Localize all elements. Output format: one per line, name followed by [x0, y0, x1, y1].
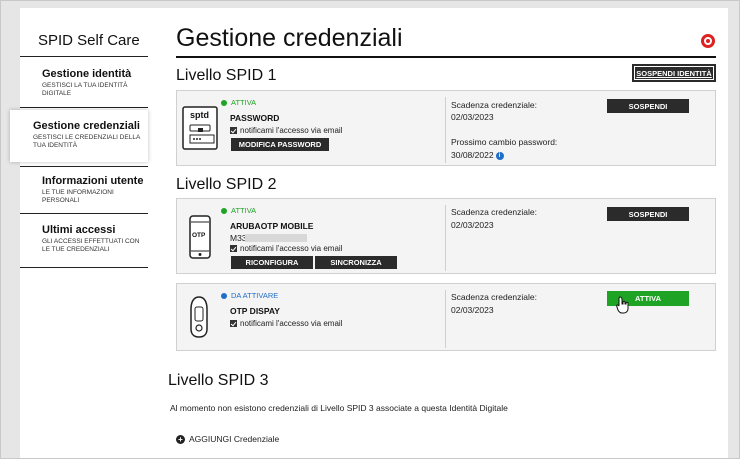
- credential-card-otp-display: DA ATTIVARE OTP DISPAY notificami l'acce…: [176, 283, 716, 351]
- next-change-value: 30/08/2022: [451, 150, 494, 160]
- status-badge: ATTIVA: [221, 98, 256, 107]
- notify-checkbox[interactable]: notificami l'accesso via email: [230, 244, 342, 253]
- notify-label: notificami l'accesso via email: [240, 244, 343, 253]
- notify-label: notificami l'accesso via email: [240, 126, 343, 135]
- expiry-label: Scadenza credenziale:: [451, 207, 538, 217]
- status-text: ATTIVA: [231, 98, 257, 107]
- checkbox-checked-icon[interactable]: [230, 320, 237, 327]
- checkbox-checked-icon[interactable]: [230, 127, 237, 134]
- status-badge: DA ATTIVARE: [221, 291, 278, 300]
- sidebar-item-subtitle: LE TUE INFORMAZIONI PERSONALI: [42, 189, 114, 204]
- sidebar-item-gestione-credenziali[interactable]: Gestione credenziali GESTISCI LE CREDENZ…: [10, 110, 148, 162]
- expiry-value: 02/03/2023: [451, 305, 494, 315]
- sidebar-item-label: Ultimi accessi: [42, 224, 116, 236]
- credential-name: PASSWORD: [230, 113, 280, 123]
- credential-name: ARUBAOTP MOBILE: [230, 221, 314, 231]
- window-top-bar: [0, 0, 740, 8]
- credential-name: OTP DISPAY: [230, 306, 280, 316]
- synchronize-button[interactable]: SINCRONIZZA: [315, 256, 397, 269]
- hand-pointer-cursor-icon: [616, 296, 630, 319]
- otp-phone-icon: OTP: [188, 215, 212, 259]
- status-badge: ATTIVA: [221, 206, 256, 215]
- notify-label: notificami l'accesso via email: [240, 319, 343, 328]
- suspend-button[interactable]: SOSPENDI: [607, 207, 689, 221]
- page-title: Gestione credenziali: [176, 24, 403, 52]
- sidebar-item-gestione-identita[interactable]: Gestione identità GESTISCI LA TUA IDENTI…: [20, 66, 148, 108]
- spid-password-icon: sptd: [181, 103, 221, 153]
- brand-title: SPID Self Care: [38, 32, 140, 49]
- section-title-level3: Livello SPID 3: [168, 372, 269, 389]
- credential-card-password: sptd ATTIVA PASSWORD notificami l'access…: [176, 90, 716, 166]
- card-divider: [445, 290, 446, 348]
- sidebar-item-subtitle: GESTISCI LA TUA IDENTITÀ DIGITALE: [42, 82, 128, 97]
- sidebar-item-label: Gestione identità: [42, 68, 132, 80]
- checkbox-checked-icon[interactable]: [230, 245, 237, 252]
- section-title-level1: Livello SPID 1: [176, 67, 277, 84]
- next-change-row: 30/08/2022 i: [451, 150, 504, 160]
- notify-checkbox[interactable]: notificami l'accesso via email: [230, 319, 342, 328]
- expiry-value: 02/03/2023: [451, 220, 494, 230]
- sidebar-item-label: Informazioni utente: [42, 175, 144, 187]
- info-icon[interactable]: i: [495, 151, 504, 160]
- expiry-label: Scadenza credenziale:: [451, 100, 538, 110]
- status-dot-icon: [221, 207, 227, 214]
- spid-icon-label: sptd: [190, 110, 209, 120]
- sidebar-item-subtitle: GESTISCI LE CREDENZIALI DELLA TUA IDENTI…: [33, 134, 140, 149]
- expiry-value: 02/03/2023: [451, 112, 494, 122]
- left-margin: [0, 0, 20, 459]
- plus-circle-icon: +: [176, 434, 185, 444]
- title-divider: [176, 56, 716, 58]
- sidebar-item-informazioni-utente[interactable]: Informazioni utente LE TUE INFORMAZIONI …: [20, 166, 148, 214]
- status-text: DA ATTIVARE: [231, 291, 279, 300]
- sidebar-item-label: Gestione credenziali: [33, 120, 140, 132]
- suspend-identity-button[interactable]: SOSPENDI IDENTITÀ: [632, 64, 716, 82]
- otp-icon-label: OTP: [192, 232, 206, 239]
- status-dot-icon: [221, 99, 227, 106]
- help-lifebuoy-icon[interactable]: [701, 34, 715, 48]
- sidebar-item-ultimi-accessi[interactable]: Ultimi accessi GLI ACCESSI EFFETTUATI CO…: [20, 218, 148, 268]
- notify-checkbox[interactable]: notificami l'accesso via email: [230, 126, 342, 135]
- add-credential-link[interactable]: + AGGIUNGI Credenziale: [176, 434, 279, 444]
- right-margin: [728, 0, 740, 459]
- sidebar-item-subtitle: GLI ACCESSI EFFETTUATI CON LE TUE CREDEN…: [42, 238, 140, 253]
- card-divider: [445, 205, 446, 271]
- status-text: ATTIVA: [231, 206, 257, 215]
- credential-card-arubaotp: OTP ATTIVA ARUBAOTP MOBILE M33 notificam…: [176, 198, 716, 274]
- next-change-label: Prossimo cambio password:: [451, 137, 558, 147]
- change-password-button[interactable]: MODIFICA PASSWORD: [231, 138, 329, 151]
- reconfigure-button[interactable]: RICONFIGURA: [231, 256, 313, 269]
- card-divider: [445, 97, 446, 163]
- otp-token-icon: [189, 295, 209, 339]
- serial-mask: [245, 234, 307, 242]
- suspend-button[interactable]: SOSPENDI: [607, 99, 689, 113]
- section-title-level2: Livello SPID 2: [176, 176, 277, 193]
- brand-divider: [20, 56, 148, 57]
- add-credential-label: AGGIUNGI Credenziale: [189, 434, 280, 444]
- expiry-label: Scadenza credenziale:: [451, 292, 538, 302]
- level3-empty-message: Al momento non esistono credenziali di L…: [170, 403, 508, 413]
- status-dot-icon: [221, 292, 227, 299]
